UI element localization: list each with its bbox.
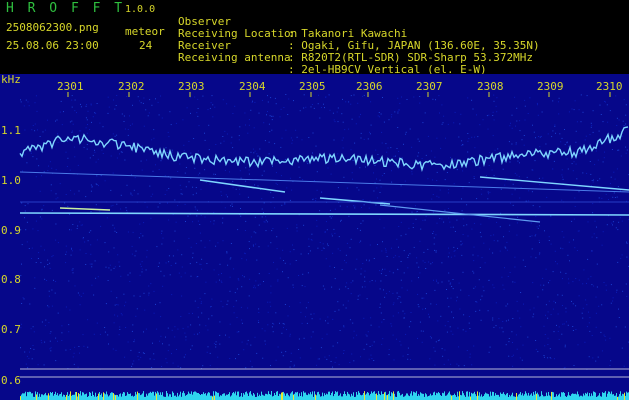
freq-tick-label: 0.9 bbox=[1, 224, 21, 237]
time-tick-label: 2305 bbox=[299, 80, 326, 93]
spectrogram-plot: kHz 2301 2302 2303 2304 2305 2306 2307 2… bbox=[0, 74, 629, 400]
time-tick-label: 2309 bbox=[537, 80, 564, 93]
meteor-count: 24 bbox=[139, 39, 153, 52]
time-tick-label: 2308 bbox=[477, 80, 504, 93]
meteor-label: meteor bbox=[125, 25, 165, 38]
spectrogram-panel: kHz 2301 2302 2303 2304 2305 2306 2307 2… bbox=[0, 74, 629, 400]
freq-tick-label: 0.7 bbox=[1, 323, 21, 336]
app-version: 1.0.0 bbox=[125, 4, 156, 15]
time-tick-label: 2307 bbox=[416, 80, 443, 93]
freq-tick-label: 0.8 bbox=[1, 273, 21, 286]
time-tick-label: 2302 bbox=[118, 80, 145, 93]
time-tick-label: 2304 bbox=[239, 80, 266, 93]
time-tick-label: 2306 bbox=[356, 80, 383, 93]
freq-unit-label: kHz bbox=[1, 74, 21, 86]
freq-tick-label: 0.6 bbox=[1, 374, 21, 387]
header-panel: H R O F F T 1.0.0 2508062300.png 25.08.0… bbox=[0, 0, 629, 76]
info-key: Receiving antenna bbox=[178, 51, 291, 64]
time-tick-label: 2303 bbox=[178, 80, 205, 93]
time-tick-label: 2301 bbox=[57, 80, 84, 93]
freq-tick-label: 1.1 bbox=[1, 124, 21, 137]
spectrogram-background bbox=[0, 74, 629, 400]
freq-tick-label: 1.0 bbox=[1, 174, 21, 187]
time-tick-label: 2310 bbox=[596, 80, 623, 93]
